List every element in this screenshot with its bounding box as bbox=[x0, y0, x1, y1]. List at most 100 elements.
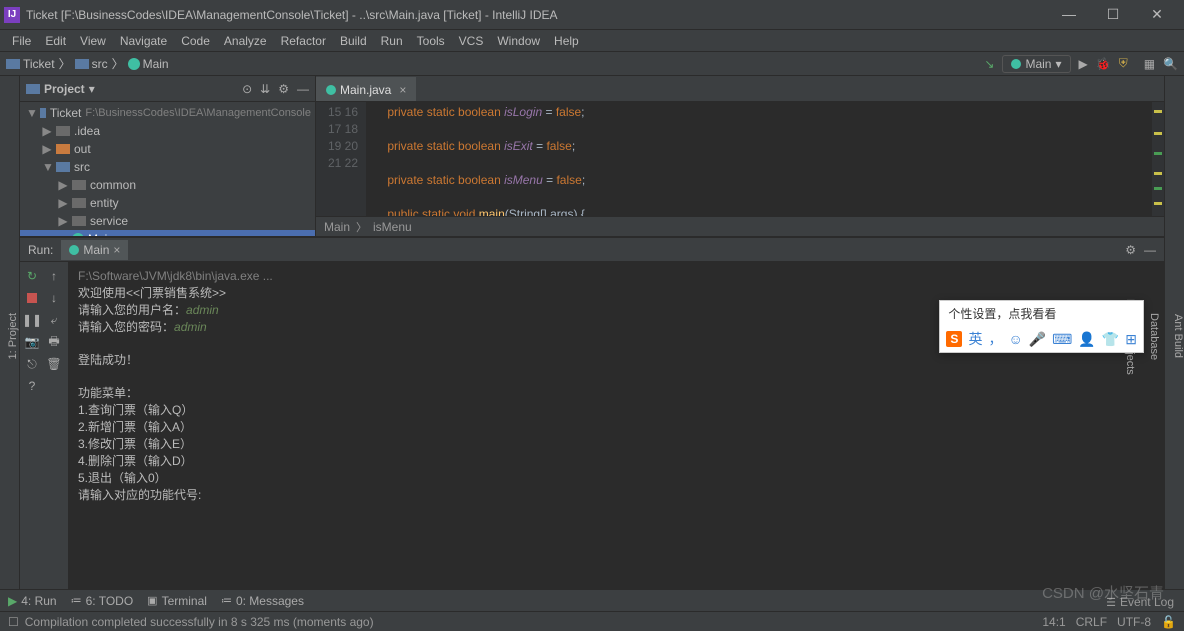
run-tab-main[interactable]: Main × bbox=[61, 240, 128, 260]
menu-edit[interactable]: Edit bbox=[39, 32, 72, 50]
wrap-icon[interactable]: ⤶ bbox=[44, 310, 64, 330]
marker-strip[interactable] bbox=[1152, 102, 1164, 216]
tool-project[interactable]: 1: Project bbox=[7, 313, 19, 359]
tool-messages[interactable]: ≔ 0: Messages bbox=[221, 594, 304, 608]
menu-build[interactable]: Build bbox=[334, 32, 373, 50]
exit-icon[interactable]: ⎋ bbox=[22, 354, 42, 374]
line-gutter: 15 16 17 18 19 20 21 22 bbox=[316, 102, 366, 216]
debug-button[interactable]: 🐞 bbox=[1096, 57, 1111, 71]
project-tree[interactable]: ▼Ticket F:\BusinessCodes\IDEA\Management… bbox=[20, 102, 315, 236]
gear-icon[interactable]: ⚙ bbox=[1125, 243, 1136, 257]
project-panel: Project ▾ ⊙ ⇊ ⚙ — ▼Ticket F:\BusinessCod… bbox=[20, 76, 316, 236]
search-icon[interactable]: 🔍 bbox=[1163, 57, 1178, 71]
menu-file[interactable]: File bbox=[6, 32, 37, 50]
menu-refactor[interactable]: Refactor bbox=[275, 32, 332, 50]
stop-button[interactable] bbox=[22, 288, 42, 308]
menubar: File Edit View Navigate Code Analyze Ref… bbox=[0, 30, 1184, 52]
status-icon: ☐ bbox=[8, 615, 19, 629]
ime-person-icon[interactable]: 👤 bbox=[1078, 331, 1095, 348]
trash-icon[interactable]: 🗑 bbox=[44, 354, 64, 374]
bottom-toolbar: ▶4: Run ≔ 6: TODO ▣ Terminal ≔ 0: Messag… bbox=[0, 589, 1184, 611]
cursor-position[interactable]: 14:1 bbox=[1042, 615, 1065, 629]
tree-node[interactable]: ▼Ticket F:\BusinessCodes\IDEA\Management… bbox=[20, 104, 315, 122]
menu-vcs[interactable]: VCS bbox=[453, 32, 490, 50]
chevron-down-icon[interactable]: ▾ bbox=[89, 82, 95, 96]
editor-tab-main[interactable]: Main.java × bbox=[316, 77, 416, 101]
close-tab-icon[interactable]: × bbox=[113, 243, 120, 257]
app-icon: IJ bbox=[4, 7, 20, 23]
hide-icon[interactable]: — bbox=[297, 82, 309, 96]
run-config-selector[interactable]: Main ▾ bbox=[1002, 55, 1070, 73]
run-button[interactable]: ▶ bbox=[1079, 57, 1088, 71]
gear-icon[interactable]: ⚙ bbox=[278, 82, 289, 96]
camera-icon[interactable]: 📷 bbox=[22, 332, 42, 352]
folder-icon bbox=[26, 84, 40, 94]
print-icon[interactable]: 🖶 bbox=[44, 332, 64, 352]
folder-icon bbox=[75, 59, 89, 69]
down-icon[interactable]: ↓ bbox=[44, 288, 64, 308]
ime-punct-icon[interactable]: ， bbox=[988, 329, 1002, 349]
ime-skin-icon[interactable]: 👕 bbox=[1102, 331, 1119, 348]
menu-window[interactable]: Window bbox=[491, 32, 546, 50]
minimize-button[interactable]: — bbox=[1054, 6, 1084, 23]
menu-view[interactable]: View bbox=[74, 32, 112, 50]
run-side-toolbar: ↻↑ ↓ ❚❚⤶ 📷🖶 ⎋🗑 ? bbox=[20, 262, 68, 589]
rerun-button[interactable]: ↻ bbox=[22, 266, 42, 286]
coverage-button[interactable]: ⛨ bbox=[1119, 56, 1128, 71]
tree-node[interactable]: ▶out bbox=[20, 140, 315, 158]
code-content[interactable]: private static boolean isLogin = false; … bbox=[366, 102, 1152, 216]
close-button[interactable]: ✕ bbox=[1142, 6, 1172, 23]
menu-code[interactable]: Code bbox=[175, 32, 216, 50]
project-header-title: Project bbox=[44, 82, 85, 96]
lock-icon[interactable]: 🔓 bbox=[1161, 615, 1176, 629]
status-bar: ☐ Compilation completed successfully in … bbox=[0, 611, 1184, 631]
close-tab-icon[interactable]: × bbox=[399, 83, 406, 97]
chevron-down-icon: ▾ bbox=[1055, 57, 1061, 71]
ime-tooltip: 个性设置，点我看看 bbox=[940, 301, 1143, 326]
menu-analyze[interactable]: Analyze bbox=[218, 32, 273, 50]
tool-antbuild[interactable]: Ant Build bbox=[1172, 314, 1184, 358]
ime-popup[interactable]: 个性设置，点我看看 S 英 ， ☺ 🎤 ⌨ 👤 👕 ⊞ bbox=[939, 300, 1144, 353]
locate-icon[interactable]: ⊙ bbox=[242, 82, 252, 96]
layout-icon[interactable]: ▦ bbox=[1144, 57, 1155, 71]
left-tool-strip: 1: Project 7: Structure 2: Favorites bbox=[0, 76, 20, 589]
tree-node[interactable]: ▶common bbox=[20, 176, 315, 194]
status-message: Compilation completed successfully in 8 … bbox=[25, 615, 374, 629]
menu-help[interactable]: Help bbox=[548, 32, 585, 50]
up-icon[interactable]: ↑ bbox=[44, 266, 64, 286]
tool-todo[interactable]: ≔ 6: TODO bbox=[71, 594, 134, 608]
build-icon[interactable]: ↘ bbox=[984, 57, 994, 71]
run-label: Run: bbox=[28, 243, 53, 257]
breadcrumb[interactable]: Ticket〉 src〉 Main bbox=[6, 55, 169, 72]
collapse-icon[interactable]: ⇊ bbox=[260, 82, 270, 96]
sogou-icon[interactable]: S bbox=[946, 331, 962, 347]
ime-emoji-icon[interactable]: ☺ bbox=[1008, 331, 1022, 347]
menu-tools[interactable]: Tools bbox=[411, 32, 451, 50]
ime-keyboard-icon[interactable]: ⌨ bbox=[1052, 331, 1072, 348]
ime-tools-icon[interactable]: ⊞ bbox=[1125, 331, 1137, 348]
tool-database[interactable]: Database bbox=[1148, 313, 1160, 360]
hide-icon[interactable]: — bbox=[1144, 243, 1156, 257]
folder-icon bbox=[6, 59, 20, 69]
tree-node[interactable]: ▶entity bbox=[20, 194, 315, 212]
class-icon bbox=[326, 85, 336, 95]
tree-node[interactable]: ▶service bbox=[20, 212, 315, 230]
ime-voice-icon[interactable]: 🎤 bbox=[1029, 331, 1046, 348]
run-panel: Run: Main × ⚙ — ↻↑ ↓ ❚❚⤶ 📷🖶 bbox=[20, 236, 1164, 589]
maximize-button[interactable]: ☐ bbox=[1098, 6, 1128, 23]
tree-node[interactable]: ▼src bbox=[20, 158, 315, 176]
class-icon bbox=[69, 245, 79, 255]
encoding[interactable]: UTF-8 bbox=[1117, 615, 1151, 629]
menu-run[interactable]: Run bbox=[375, 32, 409, 50]
window-title: Ticket [F:\BusinessCodes\IDEA\Management… bbox=[26, 8, 1054, 22]
ime-lang[interactable]: 英 bbox=[968, 329, 982, 349]
pause-icon[interactable]: ❚❚ bbox=[22, 310, 42, 330]
editor-breadcrumb[interactable]: Main 〉 isMenu bbox=[316, 216, 1164, 236]
nav-toolbar: Ticket〉 src〉 Main ↘ Main ▾ ▶ 🐞 ⛨ ▦ 🔍 bbox=[0, 52, 1184, 76]
line-sep[interactable]: CRLF bbox=[1076, 615, 1107, 629]
tree-node[interactable]: ▶.idea bbox=[20, 122, 315, 140]
menu-navigate[interactable]: Navigate bbox=[114, 32, 173, 50]
tool-terminal[interactable]: ▣ Terminal bbox=[147, 594, 207, 608]
tool-run[interactable]: ▶4: Run bbox=[8, 594, 57, 608]
help-icon[interactable]: ? bbox=[22, 376, 42, 396]
